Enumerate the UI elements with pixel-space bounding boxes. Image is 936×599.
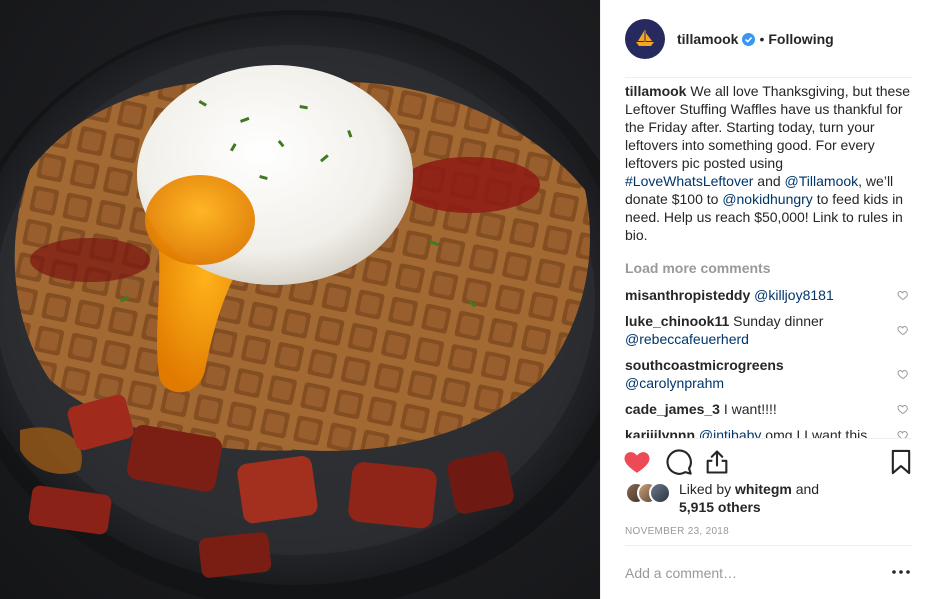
caption-hashtag[interactable]: #LoveWhatsLeftover — [625, 173, 753, 189]
header-separator: • — [759, 31, 765, 47]
bookmark-icon[interactable] — [887, 448, 915, 476]
comment-item: southcoastmicrogreens @carolynprahm — [625, 356, 913, 392]
comment-mention[interactable]: @killjoy8181 — [754, 287, 834, 303]
liker-avatars — [625, 482, 675, 504]
heart-outline-icon[interactable] — [897, 289, 909, 301]
verified-badge-icon — [742, 32, 756, 46]
comment-mention[interactable]: @intibaby — [699, 427, 761, 438]
likes-user[interactable]: whitegm — [735, 481, 792, 497]
add-comment-bar — [625, 546, 913, 599]
ship-logo-icon[interactable] — [625, 19, 665, 59]
comment-username[interactable]: cade_james_3 — [625, 401, 720, 417]
comment-item: kariiilynnn @intibaby omg I I want this — [625, 426, 913, 438]
header-username[interactable]: tillamook — [677, 31, 738, 47]
caption-username[interactable]: tillamook — [625, 83, 686, 99]
add-comment-input[interactable] — [625, 560, 875, 586]
likes-summary: Liked by whitegm and 5,915 others — [625, 480, 913, 520]
comments-list[interactable]: tillamook We all love Thanksgiving, but … — [625, 82, 913, 438]
more-options-icon[interactable] — [889, 562, 913, 582]
post-sidebar: tillamook • Following tillamook We all l… — [600, 0, 936, 599]
post-caption: tillamook We all love Thanksgiving, but … — [625, 82, 913, 244]
action-bar — [623, 448, 915, 476]
comment-username[interactable]: southcoastmicrogreens — [625, 357, 784, 373]
comment-icon[interactable] — [665, 448, 693, 476]
food-photo — [0, 10, 600, 599]
likes-middle: and — [791, 481, 820, 497]
heart-outline-icon[interactable] — [897, 429, 909, 438]
actions-divider — [625, 438, 912, 439]
caption-mention-tillamook[interactable]: @Tillamook — [785, 173, 859, 189]
comment-item: cade_james_3 I want!!!! — [625, 400, 913, 418]
share-icon[interactable] — [703, 448, 731, 476]
comment-username[interactable]: luke_chinook11 — [625, 313, 729, 329]
load-more-comments-button[interactable]: Load more comments — [625, 260, 913, 278]
heart-outline-icon[interactable] — [897, 324, 909, 336]
likes-others[interactable]: 5,915 others — [679, 499, 761, 515]
header-divider — [625, 77, 912, 78]
comment-username[interactable]: kariiilynnn — [625, 427, 695, 438]
comment-text: Sunday dinner — [729, 313, 824, 329]
comment-username[interactable]: misanthropisteddy — [625, 287, 750, 303]
post-date[interactable]: NOVEMBER 23, 2018 — [625, 526, 729, 537]
comment-item: luke_chinook11 Sunday dinner @rebeccafeu… — [625, 312, 913, 348]
avatar — [649, 482, 671, 504]
comment-item: misanthropisteddy @killjoy8181 — [625, 286, 913, 304]
heart-filled-icon[interactable] — [623, 448, 651, 476]
likes-text: Liked by whitegm and 5,915 others — [679, 480, 819, 516]
comment-text: omg I I want this — [761, 427, 868, 438]
comment-mention[interactable]: @rebeccafeuerherd — [625, 331, 749, 347]
comment-text: I want!!!! — [719, 401, 777, 417]
likes-prefix: Liked by — [679, 481, 736, 497]
following-button[interactable]: Following — [768, 31, 833, 47]
comment-mention[interactable]: @carolynprahm — [625, 375, 724, 391]
caption-text-2: and — [753, 173, 785, 189]
post-header: tillamook • Following — [601, 0, 936, 78]
heart-outline-icon[interactable] — [897, 403, 909, 415]
post-photo[interactable] — [0, 0, 600, 599]
heart-outline-icon[interactable] — [897, 368, 909, 380]
caption-mention-nokidhungry[interactable]: @nokidhungry — [722, 191, 813, 207]
